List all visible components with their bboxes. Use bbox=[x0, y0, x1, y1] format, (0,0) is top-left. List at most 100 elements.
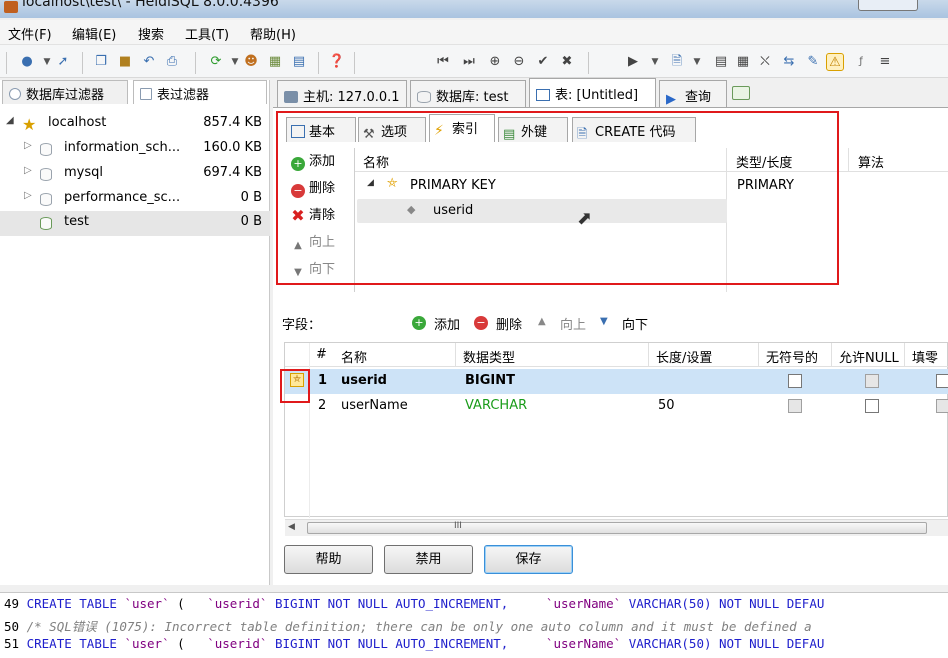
connect-icon[interactable]: ● bbox=[18, 53, 36, 71]
sql-log-panel[interactable]: 49 CREATE TABLE `user` ( `userid` BIGINT… bbox=[0, 592, 948, 658]
edit-icon[interactable]: ✎ bbox=[804, 53, 822, 71]
field-row-2[interactable]: 2 userName VARCHAR 50 bbox=[285, 394, 948, 419]
column-header-zerofill[interactable]: 填零 bbox=[912, 347, 938, 366]
column-header-number[interactable]: # bbox=[316, 347, 327, 362]
expand-arrow-icon[interactable]: ▷ bbox=[24, 140, 34, 151]
database-icon bbox=[40, 168, 52, 181]
field-row-1[interactable]: ⛤ 1 userid BIGINT bbox=[285, 369, 948, 394]
format-sql-icon[interactable]: ≡ bbox=[876, 53, 894, 71]
remove-icon: − bbox=[474, 316, 488, 330]
run-query-icon[interactable]: ▶ bbox=[624, 53, 642, 71]
tree-node-localhost[interactable]: ◢ ★ localhost 857.4 KB bbox=[0, 112, 270, 137]
tab-table-filter[interactable]: 表过滤器 bbox=[133, 80, 267, 104]
help-icon[interactable]: ❓ bbox=[328, 53, 346, 71]
column-divider bbox=[848, 148, 849, 172]
disable-button[interactable]: 禁用 bbox=[384, 545, 473, 574]
column-divider bbox=[455, 343, 456, 367]
cancel-record-icon[interactable]: ✖ bbox=[558, 53, 576, 71]
tree-node-database[interactable]: ▷ mysql 697.4 KB bbox=[0, 162, 270, 187]
tree-node-database-selected[interactable]: test 0 B bbox=[0, 211, 270, 236]
scrollbar-thumb[interactable]: III bbox=[307, 521, 927, 534]
dropdown-arrow-icon[interactable]: ▼ bbox=[688, 53, 706, 71]
delete-record-icon[interactable]: ⊖ bbox=[510, 53, 528, 71]
last-record-icon[interactable]: ⏭ bbox=[460, 53, 478, 71]
table-icon bbox=[536, 89, 550, 101]
tree-node-database[interactable]: ▷ information_sch... 160.0 KB bbox=[0, 137, 270, 162]
play-icon: ▶ bbox=[666, 92, 676, 107]
tab-table[interactable]: 表: [Untitled] bbox=[529, 78, 656, 107]
tab-database-filter[interactable]: 数据库过滤器 bbox=[2, 80, 128, 104]
warning-icon[interactable]: ⚠ bbox=[826, 53, 844, 71]
new-query-tab-icon[interactable] bbox=[732, 86, 750, 100]
filter-icon bbox=[9, 88, 21, 100]
unsigned-checkbox[interactable] bbox=[788, 374, 802, 388]
collapse-arrow-icon[interactable]: ◢ bbox=[6, 115, 16, 126]
column-header-name[interactable]: 名称 bbox=[341, 347, 367, 366]
menu-help[interactable]: 帮助(H) bbox=[250, 24, 296, 43]
save-sql-icon[interactable]: ▤ bbox=[712, 53, 730, 71]
column-header-unsigned[interactable]: 无符号的 bbox=[766, 347, 818, 366]
allow-null-checkbox[interactable] bbox=[865, 399, 879, 413]
disconnect-icon[interactable]: ➚ bbox=[54, 53, 72, 71]
replace-icon[interactable]: ⇆ bbox=[780, 53, 798, 71]
tree-node-database[interactable]: ▷ performance_sc... 0 B bbox=[0, 187, 270, 212]
explain-icon[interactable]: ƒ bbox=[852, 53, 870, 71]
save-snippet-icon[interactable]: ▦ bbox=[734, 53, 752, 71]
expand-arrow-icon[interactable]: ▷ bbox=[24, 190, 34, 201]
unsigned-checkbox[interactable] bbox=[788, 399, 802, 413]
user-manager-icon[interactable]: ☻ bbox=[242, 53, 260, 71]
undo-icon[interactable]: ↶ bbox=[140, 53, 158, 71]
toolbar: ● ▼ ➚ ❐ ■ ↶ ⎙ ⟳ ▼ ☻ ▦ ▤ ❓ ⏮ ⏭ ⊕ ⊖ ✔ ✖ ▶ … bbox=[0, 44, 948, 78]
toolbar-separator bbox=[6, 52, 7, 74]
load-sql-icon[interactable]: 🗎 bbox=[668, 53, 686, 71]
insert-record-icon[interactable]: ⊕ bbox=[486, 53, 504, 71]
paste-icon[interactable]: ■ bbox=[116, 53, 134, 71]
export-icon[interactable]: ▤ bbox=[290, 53, 308, 71]
menu-tools[interactable]: 工具(T) bbox=[185, 24, 229, 43]
dropdown-arrow-icon[interactable]: ▼ bbox=[646, 53, 664, 71]
tab-database[interactable]: 数据库: test bbox=[410, 80, 526, 107]
tab-host[interactable]: 主机: 127.0.0.1 bbox=[277, 80, 407, 107]
column-divider bbox=[904, 343, 905, 367]
db-tree-panel: 数据库过滤器 表过滤器 ◢ ★ localhost 857.4 KB ▷ inf… bbox=[0, 80, 270, 585]
find-icon[interactable]: ⛌ bbox=[756, 53, 774, 71]
toolbar-separator bbox=[354, 52, 355, 74]
host-icon bbox=[284, 91, 298, 103]
menu-edit[interactable]: 编辑(E) bbox=[72, 24, 116, 43]
add-icon: + bbox=[412, 316, 426, 330]
first-record-icon[interactable]: ⏮ bbox=[434, 53, 452, 71]
log-line: 51 CREATE TABLE `user` ( `userid` BIGINT… bbox=[4, 636, 825, 651]
zerofill-checkbox[interactable] bbox=[936, 374, 948, 388]
post-record-icon[interactable]: ✔ bbox=[534, 53, 552, 71]
column-divider bbox=[648, 343, 649, 367]
tab-query[interactable]: ▶ 查询 bbox=[659, 80, 727, 107]
scroll-left-arrow-icon[interactable]: ◀ bbox=[288, 522, 295, 532]
import-icon[interactable]: ▦ bbox=[266, 53, 284, 71]
window-controls[interactable] bbox=[858, 0, 918, 11]
log-line: 50 /* SQL错误 (1075): Incorrect table defi… bbox=[4, 619, 812, 634]
column-header-length[interactable]: 长度/设置 bbox=[656, 347, 712, 366]
allow-null-checkbox[interactable] bbox=[865, 374, 879, 388]
copy-icon[interactable]: ❐ bbox=[92, 53, 110, 71]
column-header-allow-null[interactable]: 允许NULL bbox=[839, 347, 899, 366]
database-icon bbox=[40, 193, 52, 206]
zerofill-checkbox[interactable] bbox=[936, 399, 948, 413]
help-button[interactable]: 帮助 bbox=[284, 545, 373, 574]
print-icon[interactable]: ⎙ bbox=[163, 53, 181, 71]
database-icon bbox=[40, 143, 52, 156]
refresh-icon[interactable]: ⟳ bbox=[207, 53, 225, 71]
column-header-algorithm[interactable]: 算法 bbox=[858, 152, 884, 171]
horizontal-scrollbar[interactable]: ◀ III bbox=[285, 519, 948, 536]
title-bar: localhost\test\ - HeidiSQL 8.0.0.4396 bbox=[0, 0, 948, 18]
menu-file[interactable]: 文件(F) bbox=[8, 24, 52, 43]
server-icon: ★ bbox=[22, 115, 37, 134]
fields-grid[interactable]: # 名称 数据类型 长度/设置 无符号的 允许NULL 填零 ⛤ 1 useri… bbox=[284, 342, 948, 536]
expand-arrow-icon[interactable]: ▷ bbox=[24, 165, 34, 176]
menu-search[interactable]: 搜索 bbox=[138, 24, 164, 43]
menu-bar: 文件(F) 编辑(E) 搜索 工具(T) 帮助(H) bbox=[0, 20, 948, 44]
database-icon bbox=[40, 217, 52, 230]
save-button[interactable]: 保存 bbox=[484, 545, 573, 574]
table-icon bbox=[140, 88, 152, 100]
down-arrow-icon: ▼ bbox=[600, 316, 608, 327]
column-header-datatype[interactable]: 数据类型 bbox=[463, 347, 515, 366]
